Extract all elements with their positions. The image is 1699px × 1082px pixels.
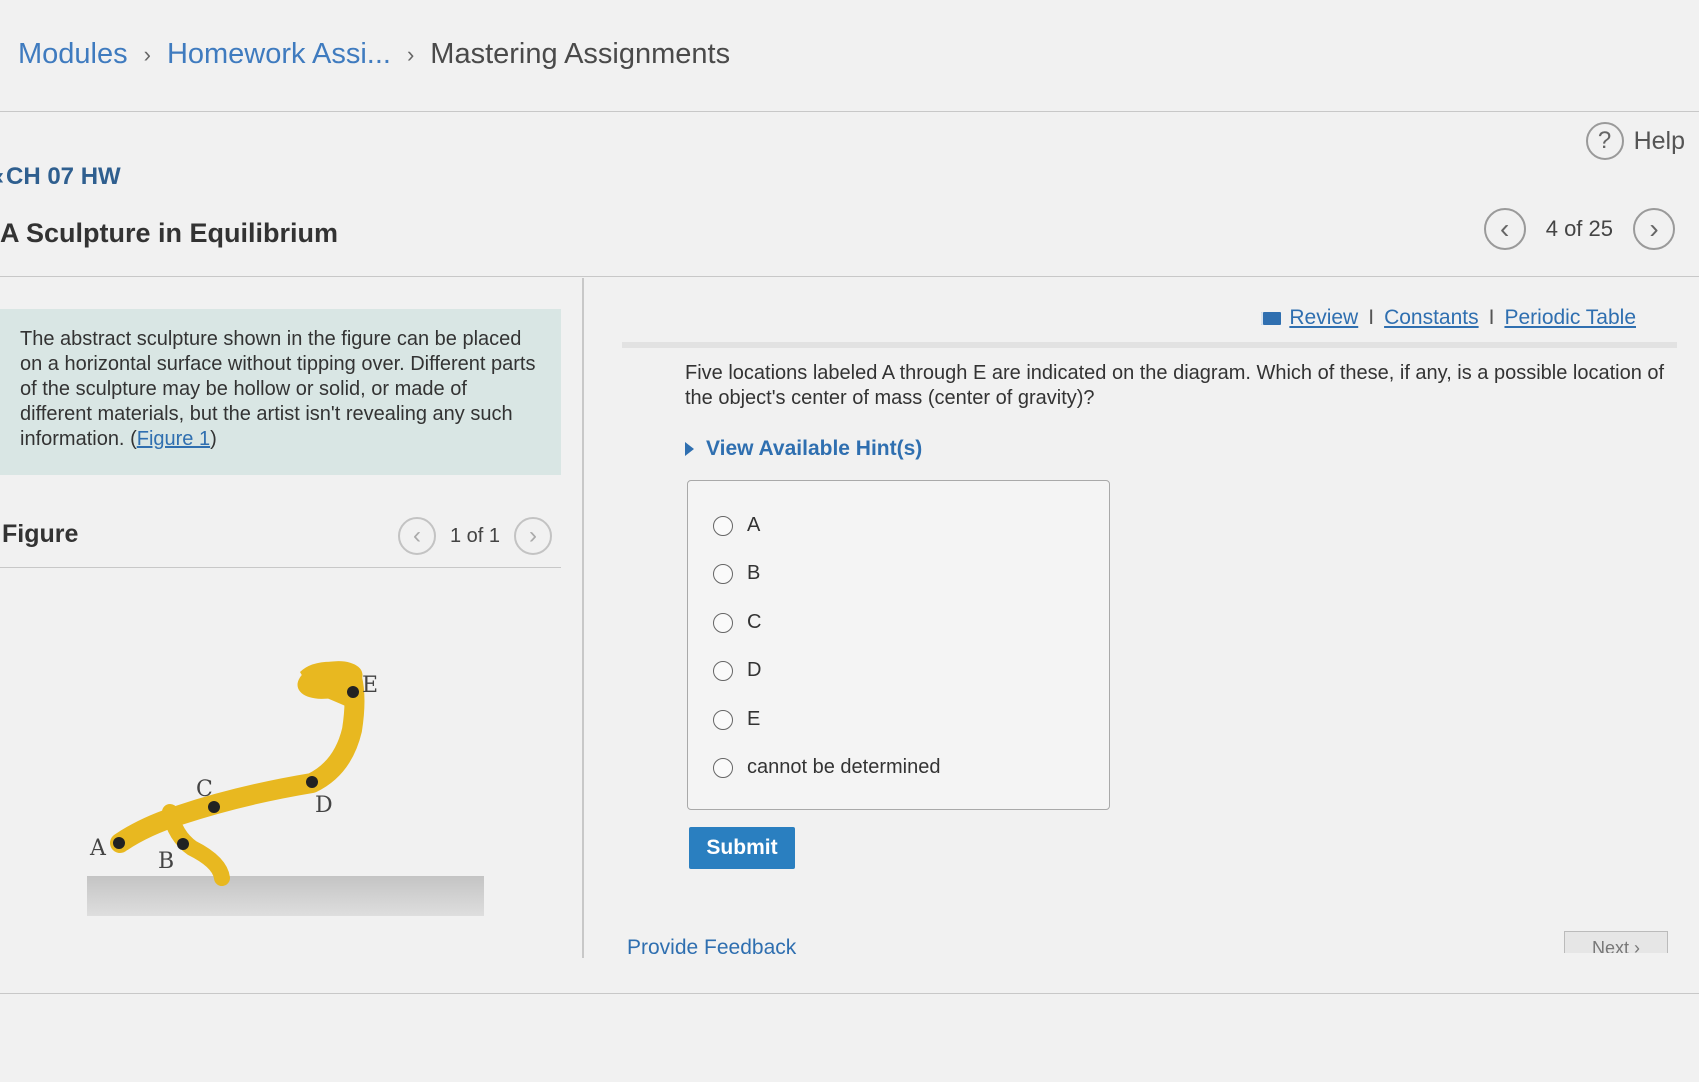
option-label: A xyxy=(747,514,761,536)
option-c[interactable]: C xyxy=(713,611,761,634)
figure-heading: Figure xyxy=(2,520,79,548)
breadcrumb-separator-icon: › xyxy=(143,41,151,67)
prev-problem-button[interactable]: ‹ xyxy=(1483,208,1526,250)
option-d[interactable]: D xyxy=(713,659,761,682)
next-problem-button[interactable]: › xyxy=(1633,208,1675,250)
intro-open-paren: ( xyxy=(130,428,137,450)
review-link[interactable]: Review xyxy=(1289,306,1358,330)
question-header-divider xyxy=(622,342,1677,348)
link-divider: I xyxy=(1488,306,1495,329)
breadcrumb: Modules › Homework Assi... › Mastering A… xyxy=(18,38,730,71)
link-divider: I xyxy=(1368,306,1375,329)
point-d-dot xyxy=(306,776,318,788)
option-label: D xyxy=(747,659,762,681)
option-cannot-be-determined[interactable]: cannot be determined xyxy=(713,756,940,779)
assignment-title-link[interactable]: ‹CH 07 HW xyxy=(0,163,121,191)
option-a[interactable]: A xyxy=(713,514,760,537)
prev-figure-button[interactable]: ‹ xyxy=(398,517,436,555)
point-label-c: C xyxy=(196,777,213,802)
point-label-d: D xyxy=(315,793,333,818)
problem-pager: ‹ 4 of 25 › xyxy=(1483,208,1675,250)
assignment-title: CH 07 HW xyxy=(6,163,121,190)
radio-button[interactable] xyxy=(713,515,733,536)
panel-divider xyxy=(582,278,584,958)
next-figure-button[interactable]: › xyxy=(514,517,553,555)
problem-intro: The abstract sculpture shown in the figu… xyxy=(0,309,561,475)
provide-feedback-link[interactable]: Provide Feedback xyxy=(627,936,796,960)
option-label: C xyxy=(747,611,762,633)
option-e[interactable]: E xyxy=(713,708,760,731)
hints-label: View Available Hint(s) xyxy=(706,437,923,460)
point-e-dot xyxy=(347,686,359,698)
answer-options: A B C D E cannot be determined xyxy=(687,480,1110,810)
figure-pager: ‹ 1 of 1 › xyxy=(398,517,553,555)
point-c-dot xyxy=(208,801,220,813)
triangle-right-icon xyxy=(685,442,694,456)
breadcrumb-current: Mastering Assignments xyxy=(430,38,731,70)
figure-pager-count: 1 of 1 xyxy=(450,524,501,547)
radio-button[interactable] xyxy=(713,709,733,730)
floor-surface xyxy=(87,876,484,916)
sculpture-shape xyxy=(110,668,365,886)
point-label-b: B xyxy=(158,849,174,874)
point-b-dot xyxy=(177,838,189,850)
resource-links: Review I Constants I Periodic Table xyxy=(1261,306,1636,330)
breadcrumb-modules-link[interactable]: Modules xyxy=(18,38,128,71)
breadcrumb-separator-icon: › xyxy=(406,41,415,67)
radio-button[interactable] xyxy=(713,757,733,778)
problem-title: A Sculpture in Equilibrium xyxy=(0,218,339,248)
breadcrumb-homework-link[interactable]: Homework Assi... xyxy=(167,38,391,71)
help-label: Help xyxy=(1633,126,1685,155)
sculpture-head xyxy=(300,661,361,708)
sculpture-figure: A B C D E xyxy=(87,661,484,916)
point-label-e: E xyxy=(362,673,378,698)
radio-button[interactable] xyxy=(713,563,733,584)
hints-toggle[interactable]: View Available Hint(s) xyxy=(685,437,922,461)
footer-divider xyxy=(0,993,1699,994)
title-divider xyxy=(0,276,1699,277)
intro-close-paren: ) xyxy=(210,428,217,450)
option-label: cannot be determined xyxy=(747,756,941,778)
point-label-a: A xyxy=(89,836,107,861)
option-b[interactable]: B xyxy=(713,562,760,585)
pager-count: 4 of 25 xyxy=(1545,216,1613,241)
question-circle-icon: ? xyxy=(1585,122,1624,160)
book-icon xyxy=(1261,311,1282,325)
header-divider xyxy=(0,111,1699,112)
figure-divider xyxy=(0,567,561,568)
option-label: E xyxy=(747,708,761,730)
question-text: Five locations labeled A through E are i… xyxy=(685,362,1665,409)
help-link[interactable]: ? Help xyxy=(1585,122,1685,160)
constants-link[interactable]: Constants xyxy=(1384,306,1479,330)
submit-button[interactable]: Submit xyxy=(689,827,795,869)
point-a-dot xyxy=(113,837,125,849)
figure-link[interactable]: Figure 1 xyxy=(137,428,210,450)
radio-button[interactable] xyxy=(713,612,733,633)
radio-button[interactable] xyxy=(713,660,733,681)
intro-text: The abstract sculpture shown in the figu… xyxy=(20,328,536,450)
next-button[interactable]: Next › xyxy=(1564,931,1668,953)
option-label: B xyxy=(747,562,761,584)
periodic-table-link[interactable]: Periodic Table xyxy=(1504,306,1636,330)
